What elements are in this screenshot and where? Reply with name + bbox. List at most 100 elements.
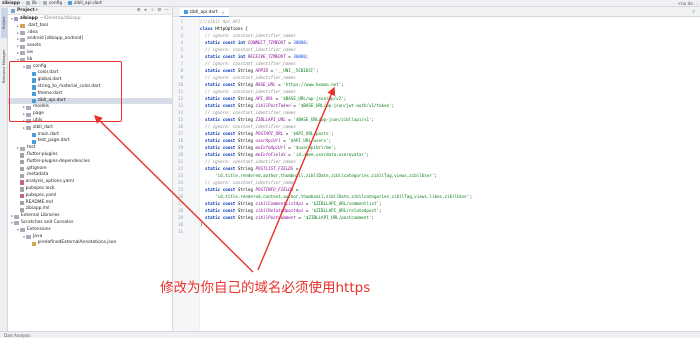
breadcrumb-item[interactable]: lib (25, 1, 37, 6)
breadcrumb-item[interactable]: zibll_api.dart (67, 1, 102, 6)
status-text[interactable]: Dart Analysis (4, 333, 31, 338)
code-line[interactable]: 14 // ignore: constant_identifier_names (173, 109, 700, 116)
resource-manager-tool-tab[interactable]: Resource Manager (1, 43, 7, 89)
expand-all-icon[interactable]: ≑ (144, 8, 148, 13)
line-number[interactable]: 11 (173, 88, 186, 95)
tree-item[interactable]: ▸ test (8, 145, 172, 152)
line-number[interactable]: 9 (173, 74, 186, 81)
tree-item[interactable]: ▾ Extensions (8, 227, 172, 234)
code-line[interactable]: 3 // ignore: constant_identifier_names (173, 32, 700, 39)
run-config-selector[interactable]: <no de… (678, 1, 697, 6)
code-line[interactable]: 22 static const String POSTLIST_FIELDS = (173, 165, 700, 172)
code-line[interactable]: 10 static const String BASE_URL = 'https… (173, 81, 700, 88)
line-number[interactable]: 16 (173, 123, 186, 130)
tree-item[interactable]: ▸ .dart_tool (8, 23, 172, 30)
line-number[interactable]: 29 (173, 214, 186, 221)
tree-item[interactable]: .flutter-plugins-dependencies (8, 159, 172, 166)
code-token: String (237, 208, 256, 213)
code-line[interactable]: 17 static const String POSTAPI_URL = '$A… (173, 130, 700, 137)
code-line[interactable]: 16 // ignore: constant_identifier_names (173, 123, 700, 130)
line-number[interactable]: 2 (173, 25, 186, 32)
line-number[interactable]: 17 (173, 130, 186, 137)
line-number[interactable]: 23 (173, 172, 186, 179)
code-token: POSTINFO_FIELDS (255, 187, 294, 192)
code-token: zibllRelatedpostApi (255, 208, 304, 213)
code-line[interactable]: 1 ///zibll Api API (173, 18, 700, 25)
line-number[interactable]: 6 (173, 53, 186, 60)
code-line[interactable]: 29 static const String zibllPostcomment … (173, 214, 700, 221)
tree-item[interactable]: main.dart (8, 132, 172, 139)
code-line[interactable]: 15 static const String ZIBLLAPI_URL = '$… (173, 116, 700, 123)
collapse-all-icon[interactable]: ÷ (150, 8, 154, 13)
line-number[interactable]: 20 (173, 151, 186, 158)
code-line[interactable]: 4 static const int CONNECT_TIMEOUT = 300… (173, 39, 700, 46)
code-line[interactable]: 18 static const String userApiUrl = '$AP… (173, 137, 700, 144)
code-line[interactable]: 21 // ignore: constant_identifier_names (173, 158, 700, 165)
code-line[interactable]: 12 static const String API_URL = '$BASE_… (173, 95, 700, 102)
code-line[interactable]: 11 // ignore: constant_identifier_names (173, 88, 700, 95)
line-number[interactable]: 10 (173, 81, 186, 88)
line-number[interactable]: 19 (173, 144, 186, 151)
code-line[interactable]: 6 static const int RECEIVE_TIMEOUT = 300… (173, 53, 700, 60)
code-line[interactable]: 28 static const String zibllRelatedpostA… (173, 207, 700, 214)
line-number[interactable]: 21 (173, 158, 186, 165)
tree-item[interactable]: ▾ Scratches and Consoles (8, 220, 172, 227)
line-number[interactable]: 7 (173, 60, 186, 67)
code-line[interactable]: 23 'id,title,rendered,author,thumbnail,z… (173, 172, 700, 179)
code-line[interactable]: 27 static const String zibllCommentListA… (173, 200, 700, 207)
code-line[interactable]: 5 // ignore: constant_identifier_names (173, 46, 700, 53)
line-number[interactable]: 13 (173, 102, 186, 109)
code-line[interactable]: 30} (173, 221, 700, 228)
line-number[interactable]: 27 (173, 200, 186, 207)
code-line[interactable]: 2 class HttpOptions { (173, 25, 700, 32)
line-number[interactable]: 25 (173, 186, 186, 193)
tree-item[interactable]: ▸ ios (8, 50, 172, 57)
line-number[interactable]: 8 (173, 67, 186, 74)
line-number[interactable]: 28 (173, 207, 186, 214)
minimize-icon[interactable]: — (164, 8, 169, 13)
tree-item[interactable]: ▾ zibiapp ~/Desktop/zibiapp (8, 16, 172, 23)
line-number[interactable]: 14 (173, 109, 186, 116)
tree-item[interactable]: predefinedExternalAnnotations.json (8, 240, 172, 247)
line-number[interactable]: 31 (173, 228, 186, 235)
line-number[interactable]: 5 (173, 46, 186, 53)
project-panel-title[interactable]: Project (17, 8, 35, 13)
code-line[interactable]: 24 // ignore: constant_identifier_names (173, 179, 700, 186)
tree-item[interactable]: pubspec.lock (8, 186, 172, 193)
project-tool-tab[interactable]: Project (1, 8, 7, 38)
gear-icon[interactable]: ⚙ (157, 8, 161, 13)
line-number[interactable]: 12 (173, 95, 186, 102)
code-editor[interactable]: 1///zibll Api API 2 class HttpOptions {3 /… (173, 18, 700, 235)
line-number[interactable]: 18 (173, 137, 186, 144)
code-line[interactable]: 7 // ignore: constant_identifier_names (173, 60, 700, 67)
chevron-down-icon[interactable]: ▾ (36, 8, 38, 13)
breadcrumb-item[interactable]: config (42, 1, 62, 6)
editor-tab-zibll-api[interactable]: zibll_api.dart ✕ (180, 8, 229, 17)
line-number[interactable]: 26 (173, 193, 186, 200)
line-number[interactable]: 30 (173, 221, 186, 228)
tree-item[interactable]: ▸ zibll_dart (8, 125, 172, 132)
tree-item[interactable]: .flutter-plugins (8, 152, 172, 159)
line-number[interactable]: 22 (173, 165, 186, 172)
line-number[interactable]: 1 (173, 18, 186, 25)
locate-icon[interactable]: ⊕ (137, 8, 141, 13)
tree-item[interactable]: analysis_options.yaml (8, 179, 172, 186)
code-line[interactable]: 26 'id,title,rendered,content,author,thu… (173, 193, 700, 200)
code-line[interactable]: 25 static const String POSTINFO_FIELDS = (173, 186, 700, 193)
tree-item[interactable]: pubspec.yaml (8, 193, 172, 200)
breadcrumb-item[interactable]: zibiapp (2, 1, 20, 6)
code-line[interactable]: 20 static const String meInfoFields = 'i… (173, 151, 700, 158)
line-number[interactable]: 3 (173, 32, 186, 39)
tree-item[interactable]: ▸ assets (8, 43, 172, 50)
code-line[interactable]: 13 static const String zibllPostToken = … (173, 102, 700, 109)
line-number[interactable]: 24 (173, 179, 186, 186)
code-token: String (237, 215, 256, 220)
close-icon[interactable]: ✕ (222, 10, 225, 15)
code-line[interactable]: 31 (173, 228, 700, 235)
tree-item[interactable]: ▸ External Libraries (8, 213, 172, 220)
line-number[interactable]: 15 (173, 116, 186, 123)
code-line[interactable]: 19 static const String meInfoApiUrl = '$… (173, 144, 700, 151)
code-line[interactable]: 9 // ignore: constant_identifier_names (173, 74, 700, 81)
code-line[interactable]: 8 static const String APPID = '__UNI__5C… (173, 67, 700, 74)
line-number[interactable]: 4 (173, 39, 186, 46)
